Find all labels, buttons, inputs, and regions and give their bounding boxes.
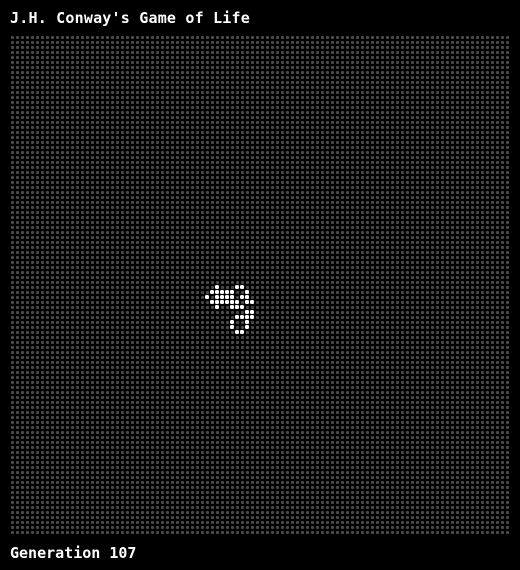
live-cell [245, 325, 249, 329]
live-cell [235, 300, 239, 304]
live-cell [215, 295, 219, 299]
live-cell [225, 290, 229, 294]
live-cell [215, 285, 219, 289]
live-cell [240, 295, 244, 299]
live-cell [225, 295, 229, 299]
live-cell [250, 315, 254, 319]
live-cell [240, 305, 244, 309]
live-cell [250, 300, 254, 304]
life-board[interactable] [10, 35, 510, 535]
live-cell [245, 320, 249, 324]
live-cell [225, 300, 229, 304]
live-cell [240, 330, 244, 334]
live-cell [230, 300, 234, 304]
live-cell [240, 315, 244, 319]
live-cell [210, 290, 214, 294]
live-cell [245, 310, 249, 314]
live-cell [240, 285, 244, 289]
live-cell [250, 310, 254, 314]
cell-grid[interactable] [10, 35, 510, 535]
generation-counter: Generation 107 [10, 544, 137, 562]
live-cell [215, 300, 219, 304]
live-cell [220, 295, 224, 299]
live-cell [245, 315, 249, 319]
live-cell [230, 305, 234, 309]
live-cell [230, 320, 234, 324]
live-cell [235, 315, 239, 319]
live-cell [230, 290, 234, 294]
live-cell [235, 305, 239, 309]
live-cell [245, 290, 249, 294]
live-cell [235, 285, 239, 289]
live-cell [205, 295, 209, 299]
live-cell [210, 300, 214, 304]
dead-cells-background [10, 35, 510, 535]
live-cell [230, 295, 234, 299]
live-cell [235, 330, 239, 334]
live-cell [215, 305, 219, 309]
live-cell [230, 325, 234, 329]
live-cell [220, 300, 224, 304]
game-title: J.H. Conway's Game of Life [10, 9, 250, 27]
live-cell [245, 295, 249, 299]
live-cell [220, 290, 224, 294]
live-cell [215, 290, 219, 294]
live-cell [245, 300, 249, 304]
